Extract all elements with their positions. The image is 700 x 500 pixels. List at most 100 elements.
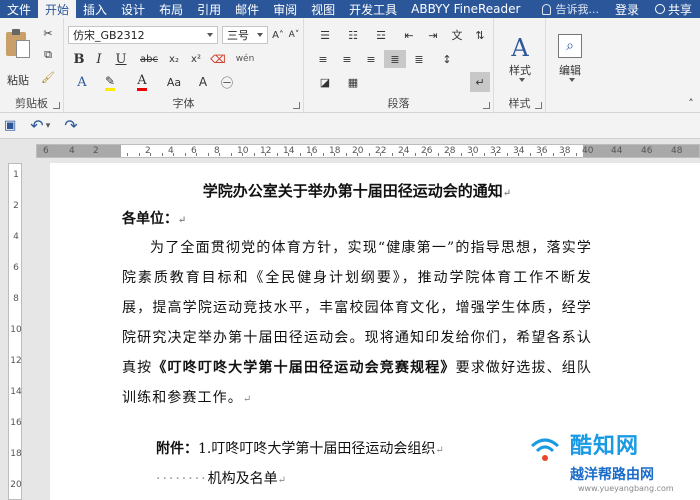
vertical-ruler-number: 16 <box>10 418 22 428</box>
multilevel-list-icon[interactable]: ☲ <box>368 26 394 44</box>
vertical-ruler-number: 18 <box>10 449 22 459</box>
watermark-title: 酷知网 <box>570 434 640 459</box>
ruler-tick <box>403 153 404 156</box>
undo-icon[interactable]: ↶ <box>30 116 43 135</box>
tab-developer[interactable]: 开发工具 <box>342 0 404 18</box>
char-shading-button[interactable]: A <box>192 72 214 92</box>
phonetic-guide-button[interactable]: wén <box>232 50 258 68</box>
doc-title: 学院办公室关于举办第十届田径运动会的通知↵ <box>122 177 592 205</box>
shading-icon[interactable]: ◪ <box>312 72 338 92</box>
tab-review[interactable]: 审阅 <box>266 0 304 18</box>
group-editing: ⌕ 编辑 <box>546 18 594 113</box>
show-marks-icon[interactable]: ↵ <box>470 72 490 92</box>
ruler-tick <box>345 153 347 156</box>
ruler-number: 40 <box>582 146 594 156</box>
paragraph-launcher-icon[interactable] <box>483 102 490 109</box>
align-left-icon[interactable]: ≡ <box>312 50 334 68</box>
styles-button[interactable]: A 样式 <box>498 26 542 90</box>
ruler-tick <box>276 153 278 156</box>
underline-button[interactable]: U <box>110 50 132 68</box>
redo-icon[interactable]: ↷ <box>64 116 77 135</box>
vertical-ruler: 1 2 4 6 8 10 12 14 16 18 20 <box>0 163 36 500</box>
vertical-ruler-number: 12 <box>10 356 22 366</box>
document-body[interactable]: 学院办公室关于举办第十届田径运动会的通知↵ 各单位：↵ 为了全面贯彻党的体育方针… <box>122 177 592 495</box>
align-center-icon[interactable]: ≡ <box>336 50 358 68</box>
share-button[interactable]: 共享 <box>647 0 700 18</box>
tab-design[interactable]: 设计 <box>114 0 152 18</box>
tab-view[interactable]: 视图 <box>304 0 342 18</box>
search-icon: ⌕ <box>558 34 582 58</box>
ruler-tick <box>380 153 381 156</box>
copy-icon[interactable]: ⧉ <box>38 46 58 64</box>
login-link[interactable]: 登录 <box>607 0 647 18</box>
clipboard-launcher-icon[interactable] <box>53 102 60 109</box>
ruler-tick <box>230 153 232 156</box>
tab-file[interactable]: 文件 <box>0 0 38 18</box>
tell-me-box[interactable]: 告诉我... <box>534 0 607 18</box>
bold-button[interactable]: B <box>70 50 88 68</box>
ruler-tick <box>437 153 439 156</box>
ruler-tick <box>265 153 266 156</box>
ruler-tick <box>460 153 462 156</box>
font-name-select[interactable]: 仿宋_GB2312 <box>68 26 218 44</box>
group-styles: A 样式 样式 <box>494 18 546 113</box>
collapse-ribbon-icon[interactable]: ˄ <box>684 96 698 110</box>
ruler-tick <box>541 153 542 156</box>
font-size-select[interactable]: 三号 <box>222 26 268 44</box>
tab-references[interactable]: 引用 <box>190 0 228 18</box>
tab-mailings[interactable]: 邮件 <box>228 0 266 18</box>
numbering-icon[interactable]: ☷ <box>340 26 366 44</box>
save-icon[interactable]: ▣ <box>4 118 16 133</box>
tab-layout[interactable]: 布局 <box>152 0 190 18</box>
styles-btn-label: 样式 <box>509 64 531 77</box>
ruler-tick <box>253 153 255 156</box>
font-size-value: 三号 <box>227 29 249 42</box>
format-painter-icon[interactable]: 🖌 <box>38 68 58 86</box>
decrease-indent-icon[interactable]: ⇤ <box>398 26 420 44</box>
undo-dropdown-icon[interactable]: ▾ <box>46 121 51 131</box>
italic-button[interactable]: I <box>90 50 108 68</box>
ruler-tick <box>483 153 485 156</box>
tab-home[interactable]: 开始 <box>38 0 77 18</box>
styles-launcher-icon[interactable] <box>535 102 542 109</box>
chinese-layout-icon[interactable]: 文 <box>446 26 468 44</box>
cut-icon[interactable]: ✂ <box>38 24 58 42</box>
tab-insert[interactable]: 插入 <box>76 0 114 18</box>
doc-attachment: 附件：1.叮咚叮咚大学第十届田径运动会组织↵ <box>122 435 592 465</box>
strikethrough-button[interactable]: abc <box>138 50 160 68</box>
attachment-label: 附件： <box>156 441 198 457</box>
paste-button[interactable]: 粘贴 <box>0 20 36 94</box>
distributed-icon[interactable]: ≣ <box>408 50 430 68</box>
subscript-button[interactable]: x₂ <box>164 50 184 68</box>
change-case-button[interactable]: Aa <box>160 72 188 92</box>
ruler-tick <box>357 153 358 156</box>
font-launcher-icon[interactable] <box>293 102 300 109</box>
increase-indent-icon[interactable]: ⇥ <box>422 26 444 44</box>
doc-salutation: 各单位：↵ <box>122 205 592 233</box>
superscript-button[interactable]: x² <box>186 50 206 68</box>
align-right-icon[interactable]: ≡ <box>360 50 382 68</box>
font-grow-button[interactable]: A ˄ <box>270 26 286 44</box>
enclose-char-icon[interactable]: ㊀ <box>216 72 238 92</box>
clear-format-icon[interactable]: ⌫ <box>208 50 228 68</box>
salutation-text: 各单位： <box>122 211 178 227</box>
font-shrink-button[interactable]: A ˅ <box>286 26 302 44</box>
attachment-item-1: 1.叮咚叮咚大学第十届田径运动会组织 <box>198 441 436 457</box>
line-spacing-icon[interactable]: ↕ <box>434 50 460 68</box>
editing-button[interactable]: ⌕ 编辑 <box>550 26 590 90</box>
justify-icon[interactable]: ≣ <box>384 50 406 68</box>
text-effects-button[interactable]: A <box>70 72 94 92</box>
borders-icon[interactable]: ▦ <box>340 72 366 92</box>
vertical-ruler-number: 4 <box>13 232 19 242</box>
sort-icon[interactable]: ⇅ <box>470 26 490 44</box>
bullets-icon[interactable]: ☰ <box>312 26 338 44</box>
highlight-button[interactable]: ✎ <box>96 72 124 92</box>
ruler-number: 6 <box>43 146 49 156</box>
font-color-button[interactable]: A <box>128 72 156 92</box>
vertical-ruler-bar: 1 2 4 6 8 10 12 14 16 18 20 <box>8 163 22 500</box>
tab-abbyy[interactable]: ABBYY FineReader <box>404 0 527 18</box>
paragraph-mark: ↵ <box>277 475 286 486</box>
font-shrink-text: A <box>288 30 295 40</box>
ruler-tick <box>575 153 577 156</box>
ruler-bar[interactable]: 6 4 2 2 4 6 8 10 12 14 16 18 20 22 24 26 28 30 32 34 36 38 40 4… <box>36 144 700 158</box>
